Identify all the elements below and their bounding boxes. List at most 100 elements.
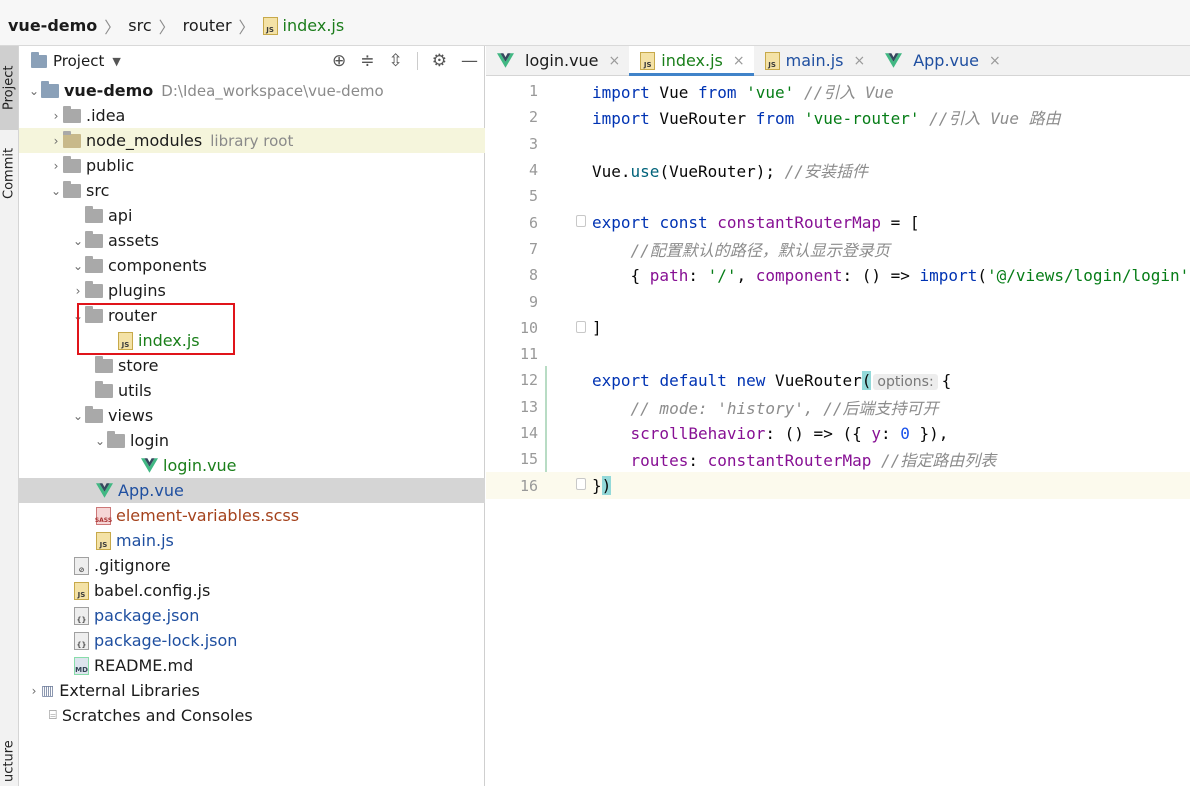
folder-icon (85, 305, 103, 323)
tree-item-components[interactable]: ⌄ components (19, 253, 485, 278)
chevron-right-icon[interactable]: › (27, 684, 41, 698)
tab-structure-tool[interactable]: ucture (0, 736, 18, 786)
tree-item-gitignore[interactable]: ⊘ .gitignore (19, 553, 485, 578)
tree-item-idea[interactable]: › .idea (19, 103, 485, 128)
ignore-file-icon: ⊘ (74, 556, 89, 575)
hide-panel-icon[interactable]: — (461, 51, 478, 71)
markdown-file-icon: MD (74, 656, 89, 675)
chevron-down-icon[interactable]: ▼ (112, 55, 120, 68)
tab-app-vue[interactable]: App.vue × (874, 46, 1010, 75)
code-area[interactable]: 1 import Vue from 'vue' //引入 Vue 2 impor… (486, 78, 1190, 499)
breadcrumb-file[interactable]: JS index.js (262, 16, 344, 35)
breadcrumb-src[interactable]: src (128, 16, 151, 35)
chevron-down-icon[interactable]: ⌄ (49, 184, 63, 198)
tree-item-plugins[interactable]: › plugins (19, 278, 485, 303)
close-icon[interactable]: × (853, 53, 865, 69)
project-panel-title[interactable]: Project (53, 52, 104, 70)
gutter (566, 78, 592, 104)
code-line-current: 16 }) (486, 472, 1190, 499)
token: //安装插件 (784, 162, 868, 182)
expand-all-icon[interactable]: ≑ (360, 51, 374, 71)
tree-item-public[interactable]: › public (19, 153, 485, 178)
line-number: 16 (519, 476, 538, 495)
breadcrumb-project[interactable]: vue-demo (8, 16, 97, 35)
chevron-right-icon[interactable]: › (49, 134, 63, 148)
tree-item-external-libraries[interactable]: › ▥ External Libraries (19, 678, 485, 703)
token: const (659, 213, 708, 233)
tree-item-element-variables-scss[interactable]: SASS element-variables.scss (19, 503, 485, 528)
toolbar-divider (416, 52, 418, 70)
fold-icon[interactable] (576, 320, 586, 333)
tree-item-router-index-js[interactable]: JS index.js (19, 328, 485, 353)
token: { (941, 370, 952, 390)
fold-icon[interactable] (576, 478, 586, 491)
chevron-down-icon[interactable]: ⌄ (71, 234, 85, 248)
tree-item-label: README.md (94, 656, 194, 675)
editor-tabs: login.vue × JS index.js × JS main.js × A… (486, 46, 1190, 76)
tree-item-label: router (108, 306, 157, 325)
tab-index-js[interactable]: JS index.js × (629, 46, 755, 76)
chevron-down-icon[interactable]: ⌄ (71, 409, 85, 423)
tree-item-api[interactable]: api (19, 203, 485, 228)
locate-file-icon[interactable]: ⊕ (332, 51, 346, 71)
tree-item-note: library root (210, 131, 294, 150)
gear-icon[interactable]: ⚙ (432, 51, 447, 71)
tab-project-tool[interactable]: Project (0, 46, 18, 130)
tab-login-vue[interactable]: login.vue × (486, 46, 629, 75)
tree-item-login-folder[interactable]: ⌄ login (19, 428, 485, 453)
folder-icon (85, 405, 103, 423)
close-icon[interactable]: × (989, 53, 1001, 69)
code-text: scrollBehavior: () => ({ y: 0 }), (592, 424, 949, 443)
tree-item-assets[interactable]: ⌄ assets (19, 228, 485, 253)
tree-item-router[interactable]: ⌄ router (19, 303, 485, 328)
chevron-down-icon[interactable]: ⌄ (27, 84, 41, 98)
token: //指定路由列表 (881, 451, 997, 471)
gutter (566, 367, 592, 393)
token: export (592, 213, 650, 233)
token: { (592, 265, 650, 285)
code-text: export default new VueRouter(options:{ (592, 370, 952, 390)
tab-commit-tool[interactable]: Commit (0, 136, 18, 210)
chevron-right-icon[interactable]: › (49, 159, 63, 173)
close-icon[interactable]: × (733, 53, 745, 69)
collapse-all-icon[interactable]: ⇳ (389, 51, 403, 71)
tree-item-vue-demo[interactable]: ⌄ vue-demo D:\Idea_workspace\vue-demo (19, 78, 485, 103)
tree-item-package-json[interactable]: {} package.json (19, 603, 485, 628)
tree-item-label: package.json (94, 606, 200, 625)
tree-item-main-js[interactable]: JS main.js (19, 528, 485, 553)
tree-item-node-modules[interactable]: › node_modules library root (19, 128, 485, 153)
tree-item-readme-md[interactable]: MD README.md (19, 653, 485, 678)
tree-item-login-vue[interactable]: login.vue (19, 453, 485, 478)
chevron-down-icon[interactable]: ⌄ (93, 434, 107, 448)
tree-item-babel-config-js[interactable]: JS babel.config.js (19, 578, 485, 603)
gutter (566, 472, 592, 498)
chevron-right-icon[interactable]: › (71, 284, 85, 298)
tree-item-store[interactable]: store (19, 353, 485, 378)
chevron-down-icon[interactable]: ⌄ (71, 259, 85, 273)
gutter (566, 262, 592, 288)
code-line: 13 // mode: 'history', //后端支持可开 (486, 394, 1190, 420)
gutter (566, 183, 592, 209)
tree-item-app-vue[interactable]: App.vue (19, 478, 485, 503)
chevron-right-icon[interactable]: › (49, 109, 63, 123)
line-number: 9 (528, 292, 538, 311)
tab-main-js[interactable]: JS main.js × (754, 46, 875, 75)
folder-icon (85, 205, 103, 223)
code-line: 4 Vue.use(VueRouter); //安装插件 (486, 157, 1190, 183)
tree-item-utils[interactable]: utils (19, 378, 485, 403)
tree-item-views[interactable]: ⌄ views (19, 403, 485, 428)
line-number: 6 (528, 213, 538, 232)
project-panel-toolbar: ⊕ ≑ ⇳ ⚙ — (332, 46, 478, 76)
fold-icon[interactable] (576, 215, 586, 228)
tree-item-package-lock-json[interactable]: {} package-lock.json (19, 628, 485, 653)
token: //引入 Vue (794, 83, 894, 103)
tree-item-scratches[interactable]: ⌸ Scratches and Consoles (19, 703, 485, 728)
chevron-down-icon[interactable]: ⌄ (71, 309, 85, 323)
breadcrumb-router[interactable]: router (183, 16, 232, 35)
close-icon[interactable]: × (609, 53, 621, 69)
tree-item-src[interactable]: ⌄ src (19, 178, 485, 203)
